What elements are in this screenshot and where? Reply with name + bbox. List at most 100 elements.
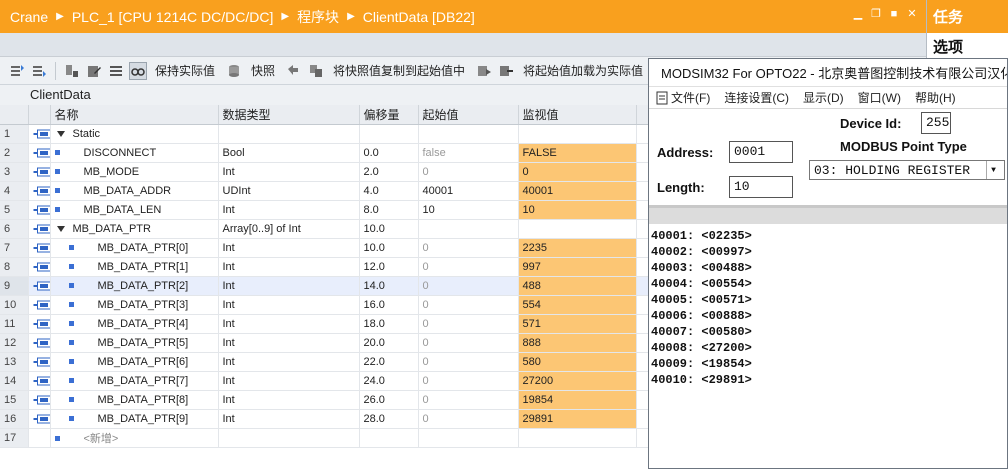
copy-snapshot-icon[interactable]: [285, 62, 303, 80]
keep-actual-values-button[interactable]: 保持实际值: [155, 62, 215, 79]
column-type[interactable]: 数据类型: [218, 105, 360, 125]
cell-name[interactable]: MB_DATA_PTR[4]: [50, 314, 219, 334]
cell-type[interactable]: Int: [218, 352, 360, 372]
table-row[interactable]: 12 MB_DATA_PTR[5] Int 20.0 0 888: [0, 333, 648, 353]
edit-block-icon[interactable]: [85, 62, 103, 80]
add-row-icon[interactable]: [30, 62, 48, 80]
cell-type[interactable]: Int: [218, 162, 360, 182]
breadcrumb-plc[interactable]: PLC_1 [CPU 1214C DC/DC/DC]: [72, 9, 274, 25]
table-row[interactable]: 15 MB_DATA_PTR[8] Int 26.0 0 19854: [0, 390, 648, 410]
menu-display[interactable]: 显示(D): [803, 89, 844, 106]
minimize-icon[interactable]: ▁: [852, 8, 864, 20]
cell-name[interactable]: MB_DATA_ADDR: [50, 181, 219, 201]
point-type-select[interactable]: 03: HOLDING REGISTER ▼: [809, 160, 1005, 180]
snapshot-button[interactable]: 快照: [251, 62, 275, 79]
length-field[interactable]: 10: [729, 176, 793, 198]
cell-name[interactable]: MB_DATA_PTR[0]: [50, 238, 219, 258]
cell-start-value[interactable]: 40001: [418, 181, 519, 201]
reset-start-values-icon[interactable]: [63, 62, 81, 80]
cell-type[interactable]: Int: [218, 257, 360, 277]
table-row[interactable]: 5 MB_DATA_LEN Int 8.0 10 10: [0, 200, 648, 220]
cell-name[interactable]: MB_DATA_LEN: [50, 200, 219, 220]
cell-start-value[interactable]: 0: [418, 257, 519, 277]
cell-type[interactable]: Int: [218, 314, 360, 334]
cell-start-value[interactable]: 0: [418, 333, 519, 353]
cell-type[interactable]: Array[0..9] of Int: [218, 219, 360, 239]
column-start-value[interactable]: 起始值: [418, 105, 519, 125]
cell-start-value[interactable]: [418, 428, 519, 448]
cell-name[interactable]: MB_DATA_PTR[9]: [50, 409, 219, 429]
register-row[interactable]: 40003: <00488>: [651, 260, 1005, 276]
register-row[interactable]: 40004: <00554>: [651, 276, 1005, 292]
list-view-icon[interactable]: [107, 62, 125, 80]
copy-snapshot-to-start-button[interactable]: 将快照值复制到起始值中: [333, 62, 465, 79]
cell-type[interactable]: Int: [218, 295, 360, 315]
table-row[interactable]: 4 MB_DATA_ADDR UDInt 4.0 40001 40001: [0, 181, 648, 201]
cell-start-value[interactable]: 0: [418, 371, 519, 391]
load-start-as-actual-button[interactable]: 将起始值加载为实际值: [523, 62, 643, 79]
cell-type[interactable]: Int: [218, 238, 360, 258]
cell-start-value[interactable]: [418, 219, 519, 239]
table-row[interactable]: 17 <新增>: [0, 428, 648, 448]
cell-type[interactable]: [218, 428, 360, 448]
cell-name[interactable]: MB_DATA_PTR[5]: [50, 333, 219, 353]
register-row[interactable]: 40010: <29891>: [651, 372, 1005, 388]
address-field[interactable]: 0001: [729, 141, 793, 163]
register-row[interactable]: 40001: <02235>: [651, 228, 1005, 244]
cell-type[interactable]: UDInt: [218, 181, 360, 201]
cell-name[interactable]: MB_DATA_PTR[1]: [50, 257, 219, 277]
cell-type[interactable]: Int: [218, 200, 360, 220]
cell-name[interactable]: MB_DATA_PTR[7]: [50, 371, 219, 391]
cell-name[interactable]: MB_DATA_PTR[8]: [50, 390, 219, 410]
close-icon[interactable]: ✕: [906, 8, 918, 20]
register-row[interactable]: 40002: <00997>: [651, 244, 1005, 260]
cell-name[interactable]: MB_DATA_PTR[3]: [50, 295, 219, 315]
cell-start-value[interactable]: 0: [418, 276, 519, 296]
cell-name[interactable]: MB_DATA_PTR[6]: [50, 352, 219, 372]
menu-connection[interactable]: 连接设置(C): [724, 89, 789, 106]
cell-type[interactable]: [218, 124, 360, 144]
table-row[interactable]: 1 Static: [0, 124, 648, 144]
cell-type[interactable]: Bool: [218, 143, 360, 163]
cell-type[interactable]: Int: [218, 371, 360, 391]
table-row[interactable]: 3 MB_MODE Int 2.0 0 0: [0, 162, 648, 182]
cell-start-value[interactable]: 0: [418, 238, 519, 258]
cell-name[interactable]: DISCONNECT: [50, 143, 219, 163]
register-row[interactable]: 40005: <00571>: [651, 292, 1005, 308]
device-id-field[interactable]: 255: [921, 112, 951, 134]
copy-values-icon[interactable]: [307, 62, 325, 80]
menu-help[interactable]: 帮助(H): [915, 89, 956, 106]
register-row[interactable]: 40009: <19854>: [651, 356, 1005, 372]
menu-file[interactable]: 文件(F): [655, 89, 710, 106]
restore-icon[interactable]: ❐: [870, 8, 882, 20]
cell-start-value[interactable]: 0: [418, 162, 519, 182]
insert-row-icon[interactable]: [8, 62, 26, 80]
cell-name[interactable]: MB_DATA_PTR: [50, 219, 219, 239]
cell-start-value[interactable]: false: [418, 143, 519, 163]
cell-start-value[interactable]: 0: [418, 390, 519, 410]
cell-name[interactable]: MB_DATA_PTR[2]: [50, 276, 219, 296]
cell-name[interactable]: MB_MODE: [50, 162, 219, 182]
expand-triangle-icon[interactable]: [56, 225, 65, 232]
cell-start-value[interactable]: 10: [418, 200, 519, 220]
breadcrumb-program-blocks[interactable]: 程序块: [297, 7, 339, 27]
monitor-glasses-icon[interactable]: [129, 61, 147, 80]
cell-name[interactable]: Static: [50, 124, 219, 144]
modsim-titlebar[interactable]: MODSIM32 For OPTO22 - 北京奥普图控制技术有限公司汉化: [649, 59, 1007, 87]
column-monitor-value[interactable]: 监视值: [518, 105, 637, 125]
table-row[interactable]: 10 MB_DATA_PTR[3] Int 16.0 0 554: [0, 295, 648, 315]
table-row[interactable]: 7 MB_DATA_PTR[0] Int 10.0 0 2235: [0, 238, 648, 258]
register-row[interactable]: 40006: <00888>: [651, 308, 1005, 324]
cell-type[interactable]: Int: [218, 390, 360, 410]
table-row[interactable]: 13 MB_DATA_PTR[6] Int 22.0 0 580: [0, 352, 648, 372]
breadcrumb-project[interactable]: Crane: [10, 9, 48, 25]
table-row[interactable]: 16 MB_DATA_PTR[9] Int 28.0 0 29891: [0, 409, 648, 429]
register-row[interactable]: 40007: <00580>: [651, 324, 1005, 340]
table-row[interactable]: 6 MB_DATA_PTR Array[0..9] of Int 10.0: [0, 219, 648, 239]
table-row[interactable]: 9 MB_DATA_PTR[2] Int 14.0 0 488: [0, 276, 648, 296]
cell-type[interactable]: Int: [218, 409, 360, 429]
table-row[interactable]: 11 MB_DATA_PTR[4] Int 18.0 0 571: [0, 314, 648, 334]
table-row[interactable]: 2 DISCONNECT Bool 0.0 false FALSE: [0, 143, 648, 163]
table-row[interactable]: 14 MB_DATA_PTR[7] Int 24.0 0 27200: [0, 371, 648, 391]
table-row[interactable]: 8 MB_DATA_PTR[1] Int 12.0 0 997: [0, 257, 648, 277]
